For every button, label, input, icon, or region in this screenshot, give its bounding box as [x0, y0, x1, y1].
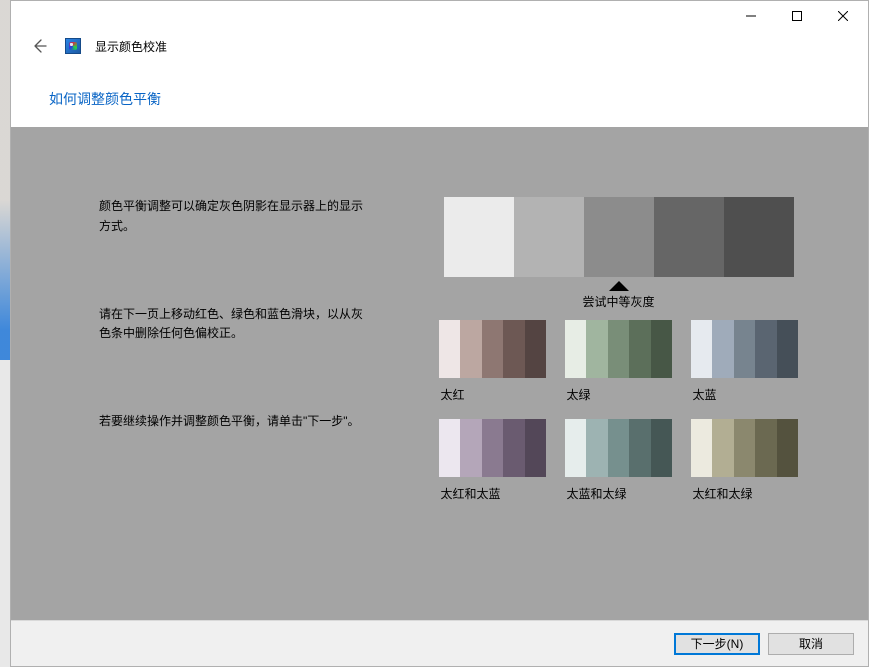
- content-header: 如何调整颜色平衡: [11, 67, 868, 127]
- swatch: [651, 419, 673, 477]
- minimize-button[interactable]: [728, 2, 774, 30]
- calibration-window: 显示颜色校准 如何调整颜色平衡 颜色平衡调整可以确定灰色阴影在显示器上的显示方式…: [10, 0, 869, 667]
- background-edge: [0, 0, 10, 667]
- next-button-label: 下一步(N): [691, 635, 744, 652]
- swatch: [777, 320, 799, 378]
- swatch: [651, 320, 673, 378]
- wizard-header: 显示颜色校准: [11, 31, 868, 67]
- main-sample-label: 尝试中等灰度: [582, 293, 654, 310]
- swatch: [586, 320, 608, 378]
- page-title: 如何调整颜色平衡: [49, 89, 830, 109]
- swatch: [460, 419, 482, 477]
- description-para-2: 请在下一页上移动红色、绿色和蓝色滑块，以从灰色条中删除任何色偏校正。: [99, 305, 369, 345]
- close-icon: [838, 11, 848, 21]
- back-button[interactable]: [27, 34, 51, 58]
- color-cast-label: 太红和太蓝: [439, 483, 547, 512]
- cancel-button[interactable]: 取消: [768, 633, 854, 655]
- swatch: [584, 197, 654, 277]
- sample-grid: 太红太绿太蓝太红和太蓝太蓝和太绿太红和太绿: [439, 320, 799, 512]
- close-button[interactable]: [820, 2, 866, 30]
- description-para-1: 颜色平衡调整可以确定灰色阴影在显示器上的显示方式。: [99, 197, 369, 237]
- swatch: [482, 419, 504, 477]
- swatch: [691, 419, 713, 477]
- color-cast-sample: [691, 320, 799, 378]
- color-cast-sample: [565, 419, 673, 477]
- minimize-icon: [746, 11, 756, 21]
- swatch: [654, 197, 724, 277]
- color-cast-label: 太绿: [565, 384, 673, 413]
- swatch: [755, 419, 777, 477]
- swatch: [608, 320, 630, 378]
- swatch: [439, 320, 461, 378]
- color-cast-sample: [439, 320, 547, 378]
- swatch: [755, 320, 777, 378]
- wizard-footer: 下一步(N) 取消: [11, 620, 868, 666]
- swatch: [503, 419, 525, 477]
- color-cast-label: 太红: [439, 384, 547, 413]
- description-column: 颜色平衡调整可以确定灰色阴影在显示器上的显示方式。 请在下一页上移动红色、绿色和…: [99, 197, 369, 600]
- cancel-button-label: 取消: [799, 635, 823, 652]
- color-cast-label: 太蓝和太绿: [565, 483, 673, 512]
- swatch: [777, 419, 799, 477]
- swatch: [482, 320, 504, 378]
- swatch: [525, 419, 547, 477]
- swatch: [565, 320, 587, 378]
- swatch: [439, 419, 461, 477]
- app-title: 显示颜色校准: [95, 38, 167, 55]
- color-cast-sample: [691, 419, 799, 477]
- swatch: [444, 197, 514, 277]
- swatch: [691, 320, 713, 378]
- swatch: [460, 320, 482, 378]
- swatch: [712, 419, 734, 477]
- app-icon: [65, 38, 81, 54]
- body-panel: 颜色平衡调整可以确定灰色阴影在显示器上的显示方式。 请在下一页上移动红色、绿色和…: [11, 127, 868, 620]
- swatch: [734, 419, 756, 477]
- description-para-3: 若要继续操作并调整颜色平衡，请单击"下一步"。: [99, 412, 369, 432]
- swatch: [514, 197, 584, 277]
- color-cast-sample: [439, 419, 547, 477]
- back-arrow-icon: [31, 38, 47, 54]
- samples-column: 尝试中等灰度 太红太绿太蓝太红和太蓝太蓝和太绿太红和太绿: [403, 197, 834, 600]
- swatch: [565, 419, 587, 477]
- next-button[interactable]: 下一步(N): [674, 633, 760, 655]
- pointer-triangle-icon: [609, 281, 629, 291]
- swatch: [525, 320, 547, 378]
- color-cast-sample: [565, 320, 673, 378]
- window-titlebar: [11, 1, 868, 31]
- swatch: [608, 419, 630, 477]
- swatch: [629, 419, 651, 477]
- maximize-button[interactable]: [774, 2, 820, 30]
- swatch: [586, 419, 608, 477]
- main-gray-sample: [444, 197, 794, 277]
- swatch: [734, 320, 756, 378]
- swatch: [724, 197, 794, 277]
- maximize-icon: [792, 11, 802, 21]
- color-cast-label: 太蓝: [691, 384, 799, 413]
- swatch: [629, 320, 651, 378]
- swatch: [712, 320, 734, 378]
- swatch: [503, 320, 525, 378]
- color-cast-label: 太红和太绿: [691, 483, 799, 512]
